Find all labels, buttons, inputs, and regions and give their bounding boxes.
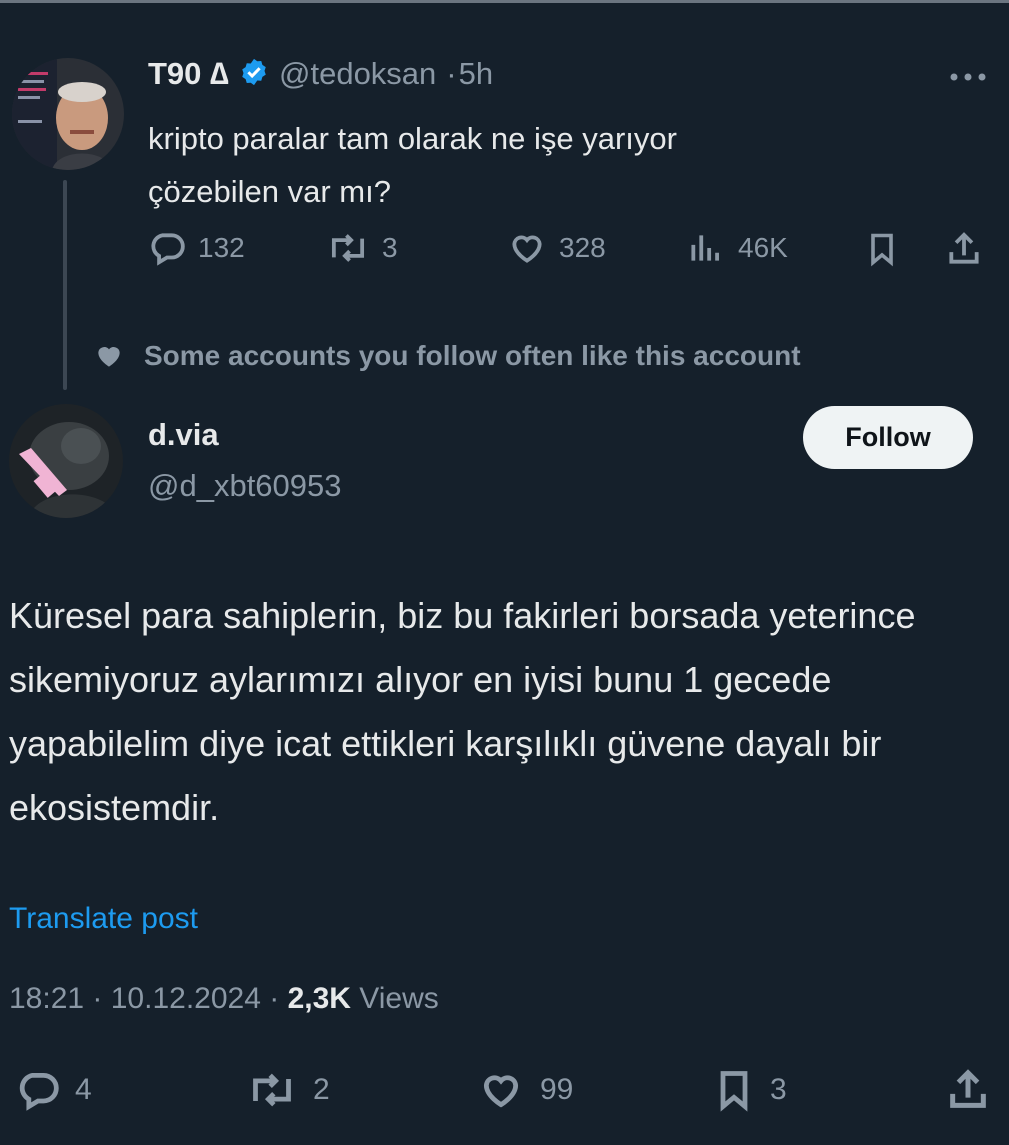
- tweet-time[interactable]: 5h: [459, 56, 493, 92]
- tweet-header: T90 ∆ @tedoksan · 5h: [148, 56, 493, 92]
- author-handle[interactable]: @d_xbt60953: [148, 468, 342, 504]
- bookmark-button[interactable]: 3: [712, 1066, 787, 1114]
- tweet-text-line: çözebilen var mı?: [148, 174, 391, 209]
- tweet-text: kripto paralar tam olarak ne işe yarıyor…: [148, 112, 908, 218]
- dot-separator: ·: [92, 982, 111, 1015]
- heart-icon: [98, 347, 120, 367]
- share-icon: [949, 232, 979, 264]
- thread-line: [63, 180, 67, 390]
- verified-icon: [239, 57, 269, 92]
- dot-separator: ·: [446, 56, 457, 91]
- more-icon[interactable]: [945, 62, 991, 97]
- repost-button[interactable]: 2: [245, 1068, 330, 1112]
- reply-icon: [151, 233, 185, 266]
- tweet-text-line: kripto paralar tam olarak ne işe yarıyor: [148, 121, 677, 156]
- avatar[interactable]: [12, 58, 124, 170]
- author-name[interactable]: T90 ∆: [148, 56, 229, 92]
- share-icon: [950, 1069, 986, 1108]
- like-count: 328: [559, 232, 606, 263]
- like-icon: [512, 235, 542, 263]
- social-context: Some accounts you follow often like this…: [92, 340, 801, 372]
- share-button[interactable]: [945, 1066, 991, 1114]
- reply-count: 132: [198, 232, 245, 263]
- bookmark-icon: [720, 1071, 748, 1112]
- like-button[interactable]: 99: [476, 1068, 573, 1112]
- like-icon: [483, 1075, 519, 1108]
- top-divider: [0, 0, 1009, 3]
- avatar[interactable]: [9, 404, 123, 518]
- repost-icon: [253, 1073, 291, 1107]
- bookmark-count: 3: [770, 1073, 787, 1106]
- social-context-text: Some accounts you follow often like this…: [144, 340, 801, 371]
- bookmark-icon: [871, 233, 893, 267]
- tweet-time[interactable]: 18:21: [9, 982, 84, 1015]
- author-name[interactable]: d.via: [148, 417, 219, 453]
- reply-button[interactable]: 132: [148, 229, 245, 267]
- like-count: 99: [540, 1073, 574, 1106]
- translate-link[interactable]: Translate post: [9, 902, 198, 936]
- bookmark-button[interactable]: [864, 229, 900, 269]
- views-button[interactable]: 46K: [686, 229, 788, 267]
- author-handle[interactable]: @tedoksan: [279, 56, 436, 92]
- views-count: 46K: [738, 232, 788, 263]
- tweet-date[interactable]: 10.12.2024: [111, 982, 261, 1015]
- reply-icon: [19, 1072, 59, 1111]
- reply-button[interactable]: 4: [15, 1068, 92, 1112]
- views-count: 2,3K: [287, 982, 351, 1015]
- author-handle-text: @d_xbt60953: [148, 468, 342, 503]
- repost-button[interactable]: 3: [326, 229, 398, 267]
- views-icon: [691, 235, 719, 261]
- follow-button[interactable]: Follow: [803, 406, 973, 469]
- tweet-meta: 18:21 · 10.12.2024 · 2,3K Views: [9, 982, 439, 1016]
- reply-count: 4: [75, 1073, 92, 1106]
- author-name-text: d.via: [148, 417, 219, 452]
- repost-count: 3: [382, 232, 398, 263]
- repost-count: 2: [313, 1073, 330, 1106]
- dot-separator: ·: [269, 982, 288, 1015]
- tweet-text: Küresel para sahiplerin, biz bu fakirler…: [9, 595, 916, 828]
- share-button[interactable]: [945, 229, 983, 269]
- views-label: Views: [359, 982, 439, 1015]
- repost-icon: [331, 234, 365, 262]
- like-button[interactable]: 328: [507, 229, 606, 267]
